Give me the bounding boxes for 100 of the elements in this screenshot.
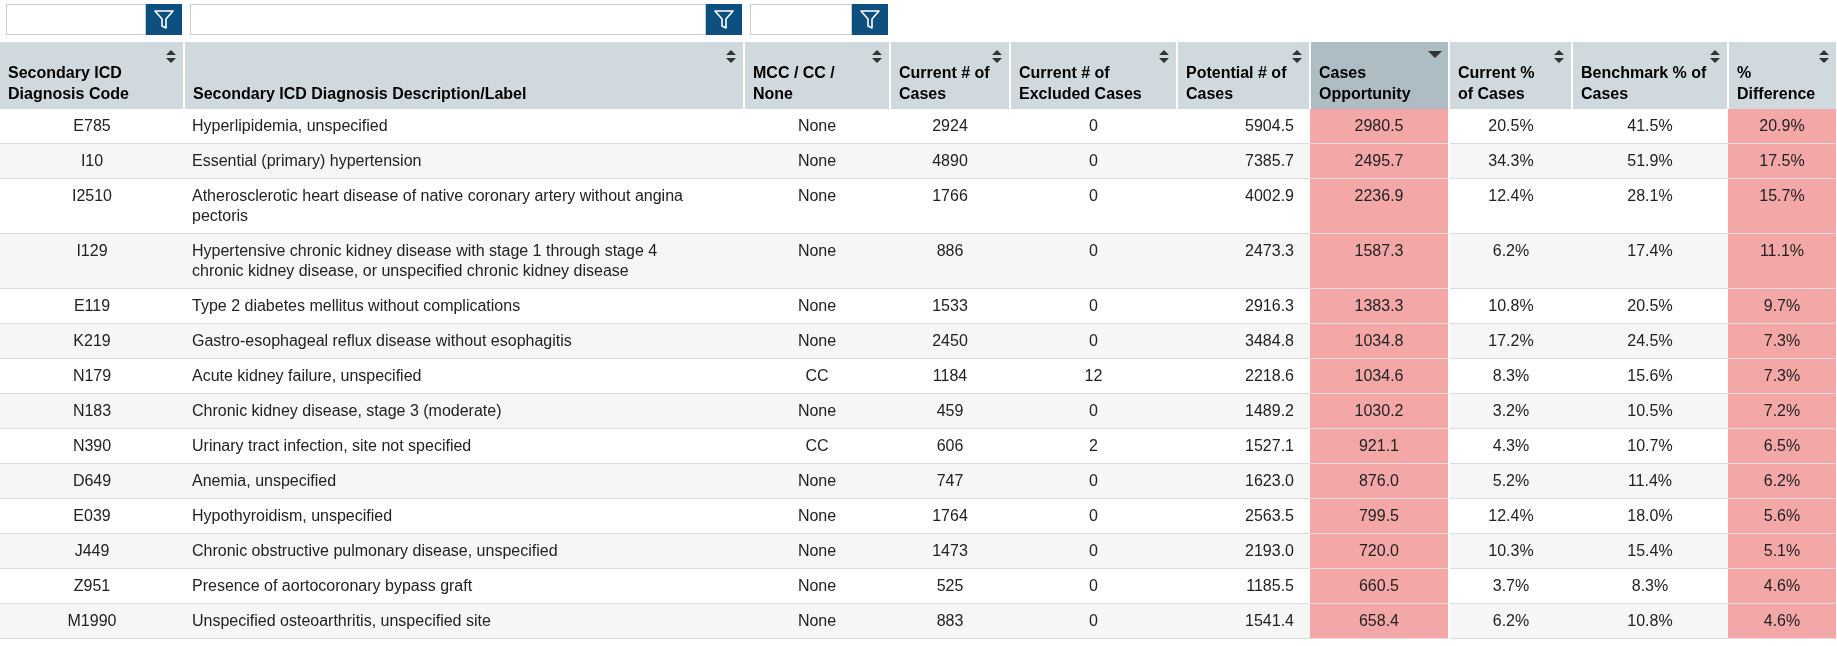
table-cell: Hypothyroidism, unspecified bbox=[184, 498, 744, 534]
sort-descending-icon bbox=[1428, 51, 1442, 58]
column-header[interactable]: Benchmark % of Cases bbox=[1572, 42, 1728, 109]
table-cell: None bbox=[744, 498, 890, 534]
table-cell: Atherosclerotic heart disease of native coronary artery without angina pectoris bbox=[184, 178, 744, 234]
filter-icon bbox=[154, 8, 174, 31]
table-cell: None bbox=[744, 533, 890, 569]
column-header[interactable]: Secondary ICD Diagnosis Description/Label bbox=[184, 42, 744, 109]
table-cell: 606 bbox=[890, 428, 1010, 464]
table-cell: CC bbox=[744, 358, 890, 394]
table-cell: J449 bbox=[0, 533, 184, 569]
table-cell: N183 bbox=[0, 393, 184, 429]
table-cell: 1766 bbox=[890, 178, 1010, 234]
filter-field[interactable] bbox=[6, 4, 146, 35]
sort-icon bbox=[991, 49, 1003, 64]
table-cell: 2980.5 bbox=[1310, 109, 1449, 144]
table-cell: 1034.6 bbox=[1310, 358, 1449, 394]
table-cell: 12.4% bbox=[1449, 498, 1572, 534]
table-cell: None bbox=[744, 178, 890, 234]
table-cell: 8.3% bbox=[1449, 358, 1572, 394]
table-cell: 34.3% bbox=[1449, 143, 1572, 179]
table-cell: 2495.7 bbox=[1310, 143, 1449, 179]
table-cell: 3.7% bbox=[1449, 568, 1572, 604]
sort-icon bbox=[1553, 49, 1565, 64]
table-cell: 2236.9 bbox=[1310, 178, 1449, 234]
table-cell: 2924 bbox=[890, 109, 1010, 144]
column-header[interactable]: Current % of Cases bbox=[1449, 42, 1572, 109]
table-cell: 660.5 bbox=[1310, 568, 1449, 604]
table-cell: 1587.3 bbox=[1310, 233, 1449, 289]
column-header[interactable]: % Difference bbox=[1728, 42, 1837, 109]
table-cell: N179 bbox=[0, 358, 184, 394]
filter-field[interactable] bbox=[190, 4, 706, 35]
table-cell: 4.3% bbox=[1449, 428, 1572, 464]
table-cell: 0 bbox=[1010, 393, 1177, 429]
table-cell: 1030.2 bbox=[1310, 393, 1449, 429]
table-cell: Type 2 diabetes mellitus without complications bbox=[184, 288, 744, 324]
table-cell: 1383.3 bbox=[1310, 288, 1449, 324]
table-cell: 7.3% bbox=[1728, 358, 1837, 394]
table-cell: 0 bbox=[1010, 603, 1177, 639]
table-cell: 10.8% bbox=[1449, 288, 1572, 324]
table-cell: 6.2% bbox=[1449, 603, 1572, 639]
column-header[interactable]: MCC / CC / None bbox=[744, 42, 890, 109]
table-cell: 747 bbox=[890, 463, 1010, 499]
table-cell: 12.4% bbox=[1449, 178, 1572, 234]
table-cell: 1533 bbox=[890, 288, 1010, 324]
column-header[interactable]: Secondary ICD Diagnosis Code bbox=[0, 42, 184, 109]
table-cell: 658.4 bbox=[1310, 603, 1449, 639]
sort-icon bbox=[1158, 49, 1170, 64]
table-cell: 5.2% bbox=[1449, 463, 1572, 499]
header-label: Current % of Cases bbox=[1458, 64, 1535, 102]
table-cell: 0 bbox=[1010, 463, 1177, 499]
table-cell: 883 bbox=[890, 603, 1010, 639]
header-label: Potential # of Cases bbox=[1186, 64, 1287, 102]
table-cell: Gastro-esophageal reflux disease without esophagitis bbox=[184, 323, 744, 359]
column-header[interactable]: Current # of Excluded Cases bbox=[1010, 42, 1177, 109]
table-cell: Chronic kidney disease, stage 3 (moderate) bbox=[184, 393, 744, 429]
table-cell: 1034.8 bbox=[1310, 323, 1449, 359]
table-cell: 0 bbox=[1010, 323, 1177, 359]
sort-icon bbox=[1709, 49, 1721, 64]
table-cell: 20.5% bbox=[1449, 109, 1572, 144]
table-cell: None bbox=[744, 463, 890, 499]
table-cell: 0 bbox=[1010, 109, 1177, 144]
filter-field[interactable] bbox=[750, 4, 852, 35]
table-cell: 0 bbox=[1010, 533, 1177, 569]
filter-button[interactable] bbox=[146, 4, 182, 35]
table-cell: 2 bbox=[1010, 428, 1177, 464]
filter-button[interactable] bbox=[852, 4, 888, 35]
sort-icon bbox=[165, 49, 177, 64]
table-cell: 525 bbox=[890, 568, 1010, 604]
sort-icon bbox=[871, 49, 883, 64]
table-cell: 20.9% bbox=[1728, 109, 1837, 144]
table-cell: 7.3% bbox=[1728, 323, 1837, 359]
table-cell: 4.6% bbox=[1728, 603, 1837, 639]
header-label: Current # of Excluded Cases bbox=[1019, 64, 1142, 102]
table-cell: 0 bbox=[1010, 498, 1177, 534]
column-header[interactable]: Current # of Cases bbox=[890, 42, 1010, 109]
table-cell: 0 bbox=[1010, 288, 1177, 324]
table-cell: 17.2% bbox=[1449, 323, 1572, 359]
table-cell: 459 bbox=[890, 393, 1010, 429]
table-cell: Urinary tract infection, site not specified bbox=[184, 428, 744, 464]
table-cell: 6.5% bbox=[1728, 428, 1837, 464]
column-header[interactable]: Cases Opportunity bbox=[1310, 42, 1449, 109]
table-cell: Hypertensive chronic kidney disease with stage 1 through stage 4 chronic kidney disease, or unspecified chronic kidney disease bbox=[184, 233, 744, 289]
filter-button[interactable] bbox=[706, 4, 742, 35]
header-label: MCC / CC / None bbox=[753, 64, 835, 102]
column-header[interactable]: Potential # of Cases bbox=[1177, 42, 1310, 109]
sort-icon bbox=[1818, 49, 1830, 64]
table-cell: None bbox=[744, 603, 890, 639]
table-cell: None bbox=[744, 323, 890, 359]
header-label: % Difference bbox=[1737, 64, 1816, 102]
table-cell: Essential (primary) hypertension bbox=[184, 143, 744, 179]
table-cell: None bbox=[744, 143, 890, 179]
table-cell: None bbox=[744, 109, 890, 144]
filter-icon bbox=[860, 8, 880, 31]
table-cell: M1990 bbox=[0, 603, 184, 639]
table-cell: E119 bbox=[0, 288, 184, 324]
table-cell: Chronic obstructive pulmonary disease, unspecified bbox=[184, 533, 744, 569]
table-cell: 2450 bbox=[890, 323, 1010, 359]
table-cell: 720.0 bbox=[1310, 533, 1449, 569]
table-cell: I129 bbox=[0, 233, 184, 289]
